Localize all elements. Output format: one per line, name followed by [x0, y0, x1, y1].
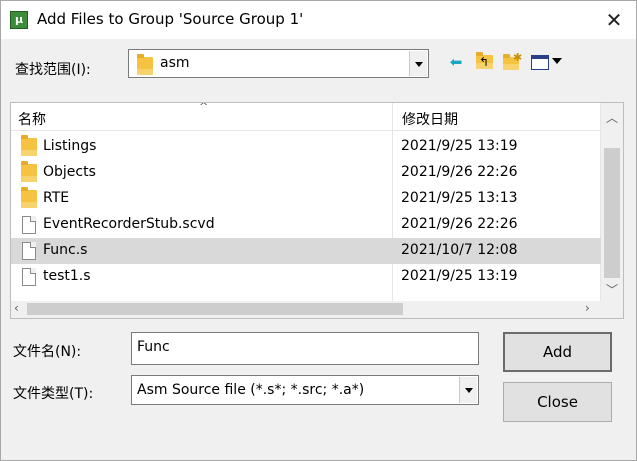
- scroll-left-icon[interactable]: ‹: [14, 301, 19, 315]
- scroll-up-icon[interactable]: ︿: [606, 109, 618, 126]
- file-name-cell: test1.s: [43, 268, 91, 284]
- list-item[interactable]: RTE 2021/9/25 13:13: [11, 186, 601, 212]
- file-date-cell: 2021/9/25 13:19: [401, 138, 518, 154]
- file-date-cell: 2021/9/26 22:26: [401, 216, 518, 232]
- up-folder-icon[interactable]: ↰: [474, 52, 494, 72]
- file-type-combo[interactable]: Asm Source file (*.s*; *.src; *.a*): [131, 375, 479, 405]
- file-name-input[interactable]: Func: [131, 332, 479, 365]
- look-in-label: 查找范围(I):: [15, 62, 91, 78]
- vertical-scrollbar[interactable]: ︿ ﹀: [601, 103, 623, 301]
- scroll-right-icon[interactable]: ›: [585, 301, 590, 315]
- file-date-cell: 2021/9/25 13:19: [401, 268, 518, 284]
- add-files-dialog: μ Add Files to Group 'Source Group 1' ✕ …: [0, 0, 637, 461]
- view-menu-icon[interactable]: [530, 52, 566, 72]
- new-folder-icon[interactable]: ✱: [502, 51, 522, 72]
- vertical-scroll-thumb[interactable]: [604, 148, 620, 278]
- uvision-icon: μ: [10, 11, 28, 29]
- look-in-value: asm: [160, 55, 190, 71]
- list-item[interactable]: EventRecorderStub.scvd 2021/9/26 22:26: [11, 212, 601, 238]
- file-icon: [22, 216, 36, 234]
- back-icon[interactable]: ⬅: [446, 52, 466, 72]
- close-icon[interactable]: ✕: [599, 7, 629, 33]
- file-name-cell: RTE: [43, 190, 70, 206]
- folder-icon: [21, 161, 37, 182]
- file-name-cell: Objects: [43, 164, 96, 180]
- folder-icon: [21, 135, 37, 156]
- folder-icon: [137, 54, 153, 75]
- file-type-value: Asm Source file (*.s*; *.src; *.a*): [137, 382, 365, 398]
- sort-up-icon: ^: [199, 102, 209, 113]
- title-bar: μ Add Files to Group 'Source Group 1' ✕: [1, 1, 636, 39]
- list-item[interactable]: test1.s 2021/9/25 13:19: [11, 264, 601, 290]
- close-button[interactable]: Close: [503, 382, 612, 422]
- file-list[interactable]: 名称 ^ 修改日期 Listings 2021/9/25 13:19 Objec…: [10, 102, 624, 319]
- file-type-label: 文件类型(T):: [13, 386, 94, 402]
- folder-icon: [21, 187, 37, 208]
- scroll-down-icon[interactable]: ﹀: [606, 281, 618, 298]
- list-item-selected[interactable]: Func.s 2021/10/7 12:08: [11, 238, 601, 264]
- chevron-down-icon[interactable]: [409, 51, 427, 76]
- file-date-cell: 2021/9/26 22:26: [401, 164, 518, 180]
- file-icon: [22, 242, 36, 260]
- file-date-cell: 2021/10/7 12:08: [401, 242, 518, 258]
- file-name-value: Func: [137, 339, 170, 355]
- file-name-label: 文件名(N):: [13, 344, 82, 360]
- file-name-cell: Func.s: [43, 242, 88, 258]
- column-header-date[interactable]: 修改日期: [402, 109, 458, 129]
- file-icon: [22, 268, 36, 286]
- look-in-combo[interactable]: asm: [128, 49, 429, 78]
- column-header-name[interactable]: 名称: [18, 109, 46, 129]
- list-header: 名称 ^ 修改日期: [11, 103, 601, 131]
- add-button[interactable]: Add: [503, 332, 612, 372]
- file-name-cell: EventRecorderStub.scvd: [43, 216, 215, 232]
- list-item[interactable]: Objects 2021/9/26 22:26: [11, 160, 601, 186]
- horizontal-scrollbar[interactable]: ‹ ›: [11, 301, 623, 318]
- chevron-down-icon[interactable]: [459, 377, 477, 403]
- file-name-cell: Listings: [43, 138, 97, 154]
- window-title: Add Files to Group 'Source Group 1': [37, 10, 304, 28]
- list-item[interactable]: Listings 2021/9/25 13:19: [11, 134, 601, 160]
- horizontal-scroll-thumb[interactable]: [27, 303, 403, 315]
- file-date-cell: 2021/9/25 13:13: [401, 190, 518, 206]
